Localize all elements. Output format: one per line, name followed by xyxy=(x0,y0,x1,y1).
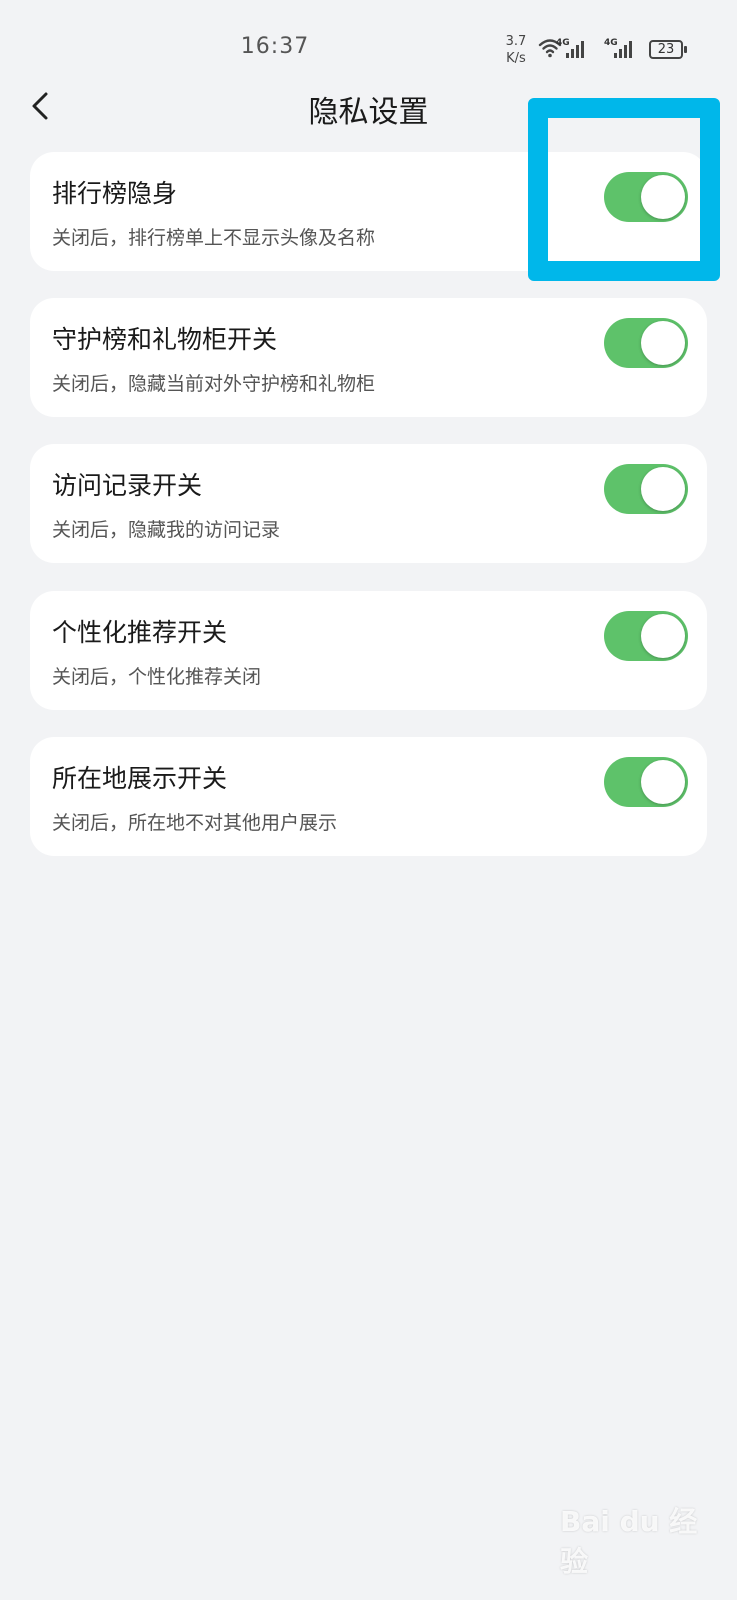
page-title: 隐私设置 xyxy=(308,95,429,130)
network-speed-unit: K/s xyxy=(506,51,526,66)
watermark-text: Bai du 经验 xyxy=(560,1505,698,1578)
setting-title: 排行榜隐身 xyxy=(52,179,178,208)
setting-card-guardian-gift: 守护榜和礼物柜开关 关闭后，隐藏当前对外守护榜和礼物柜 xyxy=(30,298,707,417)
toggle-knob xyxy=(641,614,685,658)
toggle-knob xyxy=(641,467,685,511)
personalized-recommend-toggle[interactable] xyxy=(604,611,688,661)
leaderboard-stealth-toggle[interactable] xyxy=(604,172,688,222)
setting-card-location-display: 所在地展示开关 关闭后，所在地不对其他用户展示 xyxy=(30,737,707,856)
signal-icon: 4G xyxy=(556,38,596,60)
setting-title: 个性化推荐开关 xyxy=(52,618,228,647)
location-display-toggle[interactable] xyxy=(604,757,688,807)
network-speed-value: 3.7 xyxy=(505,34,527,49)
setting-card-personalized-recommend: 个性化推荐开关 关闭后，个性化推荐关闭 xyxy=(30,591,707,710)
setting-description: 关闭后，隐藏当前对外守护榜和礼物柜 xyxy=(52,373,376,395)
toggle-knob xyxy=(641,175,685,219)
setting-title: 所在地展示开关 xyxy=(52,764,228,793)
battery-level: 23 xyxy=(657,42,675,57)
setting-title: 守护榜和礼物柜开关 xyxy=(52,325,278,354)
setting-description: 关闭后，隐藏我的访问记录 xyxy=(52,519,281,541)
setting-description: 关闭后，所在地不对其他用户展示 xyxy=(52,812,338,834)
setting-description: 关闭后，排行榜单上不显示头像及名称 xyxy=(52,227,376,249)
toggle-knob xyxy=(641,760,685,804)
privacy-settings-page: 16:37 3.7 K/s 4G 4G 23 隐私设置 排行榜隐身 关闭后，排行… xyxy=(0,0,737,1600)
toggle-knob xyxy=(641,321,685,365)
status-bar: 16:37 3.7 K/s 4G 4G 23 xyxy=(0,0,737,90)
header: 隐私设置 xyxy=(0,80,737,135)
visit-record-toggle[interactable] xyxy=(604,464,688,514)
guardian-gift-toggle[interactable] xyxy=(604,318,688,368)
setting-description: 关闭后，个性化推荐关闭 xyxy=(52,666,262,688)
setting-card-leaderboard-stealth: 排行榜隐身 关闭后，排行榜单上不显示头像及名称 xyxy=(30,152,707,271)
status-time: 16:37 xyxy=(240,34,310,59)
setting-title: 访问记录开关 xyxy=(52,471,203,500)
battery-icon: 23 xyxy=(649,40,687,59)
network-speed: 3.7 K/s xyxy=(500,33,532,67)
signal-icon: 4G xyxy=(604,38,644,60)
baidu-watermark-logo: Bai du 经验 xyxy=(560,1490,710,1578)
setting-card-visit-record: 访问记录开关 关闭后，隐藏我的访问记录 xyxy=(30,444,707,563)
